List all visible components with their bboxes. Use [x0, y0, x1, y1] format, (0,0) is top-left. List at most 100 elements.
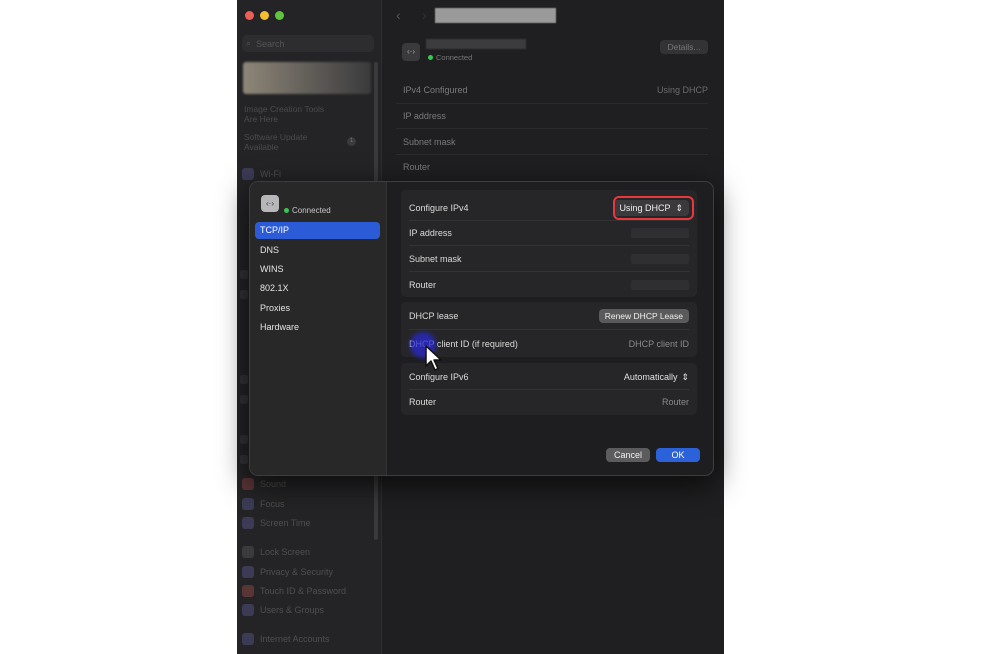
divider	[396, 103, 708, 104]
subnet-mask-label: Subnet mask	[409, 254, 462, 264]
ipv6-router-field[interactable]: Router	[662, 395, 689, 409]
sidebar-item-label: Touch ID & Password	[260, 586, 347, 596]
row-label: Subnet mask	[403, 137, 456, 147]
configure-ipv6-value: Automatically	[623, 372, 678, 382]
focus-icon	[242, 498, 254, 510]
row-label: IP address	[403, 111, 446, 121]
back-icon[interactable]: ‹	[396, 7, 401, 23]
ipv6-router-row: Router Router	[409, 395, 689, 409]
redacted-network-name	[426, 39, 526, 49]
tab-tcpip[interactable]: TCP/IP	[255, 222, 380, 239]
highlight-box	[613, 196, 694, 220]
ip-address-label: IP address	[409, 228, 452, 238]
search-field[interactable]: ⌕ Search	[242, 35, 374, 52]
router-field[interactable]	[631, 280, 689, 290]
sidebar-note[interactable]: Available	[244, 142, 278, 152]
fingerprint-icon	[242, 585, 254, 597]
sidebar-item-users[interactable]: Users & Groups	[242, 603, 324, 617]
close-window-button[interactable]	[245, 11, 254, 20]
subnet-mask-field[interactable]	[631, 254, 689, 264]
ipv6-router-label: Router	[409, 397, 437, 407]
dhcp-group: DHCP lease Renew DHCP Lease DHCP client …	[401, 302, 697, 357]
sidebar-icon[interactable]	[240, 435, 248, 444]
network-icon: ‹·›	[402, 43, 420, 61]
cancel-button[interactable]: Cancel	[606, 448, 650, 462]
router-label: Router	[409, 280, 437, 290]
status-text: Connected	[292, 206, 331, 215]
sidebar-icon[interactable]	[240, 395, 248, 404]
sidebar-icon[interactable]	[240, 290, 248, 299]
sound-icon	[242, 478, 254, 490]
search-icon: ⌕	[246, 38, 252, 48]
sidebar-item-privacy[interactable]: Privacy & Security	[242, 565, 333, 579]
minimize-window-button[interactable]	[260, 11, 269, 20]
configure-ipv6-row: Configure IPv6 Automatically ⇕	[409, 370, 689, 384]
sidebar-item-internet-accounts[interactable]: Internet Accounts	[242, 632, 330, 646]
subnet-mask-row: Subnet mask	[409, 252, 689, 266]
sidebar-item-label: Lock Screen	[260, 547, 311, 557]
ipv4-group: Configure IPv4 Using DHCP ⇕ IP address S…	[401, 190, 697, 297]
sidebar-item-lock-screen[interactable]: Lock Screen	[242, 545, 310, 559]
sidebar-note: Are Here	[244, 114, 279, 124]
configure-ipv4-row: Configure IPv4 Using DHCP ⇕	[409, 196, 694, 220]
zoom-window-button[interactable]	[275, 11, 284, 20]
wifi-icon	[242, 168, 254, 180]
sidebar-item-screen-time[interactable]: Screen Time	[242, 516, 311, 530]
sidebar-item-label: Focus	[260, 499, 285, 509]
tab-dns[interactable]: DNS	[255, 242, 380, 259]
sidebar-item-sound[interactable]: Sound	[242, 477, 286, 491]
network-icon: ‹·›	[261, 195, 279, 212]
tab-8021x[interactable]: 802.1X	[255, 280, 380, 297]
sidebar-note: Image Creation Tools	[244, 104, 325, 114]
sidebar-note[interactable]: Software Update	[244, 132, 307, 142]
dhcp-lease-label: DHCP lease	[409, 311, 459, 321]
dhcp-client-id-row: DHCP client ID (if required) DHCP client…	[409, 337, 689, 351]
divider	[396, 154, 708, 155]
dhcp-client-id-field[interactable]: DHCP client ID	[629, 337, 689, 351]
sidebar-item-label: Wi-Fi	[260, 169, 281, 179]
router-row: Router	[409, 278, 689, 292]
privacy-icon	[242, 566, 254, 578]
divider	[409, 329, 689, 330]
sidebar-icon[interactable]	[240, 270, 248, 279]
internet-accounts-icon	[242, 633, 254, 645]
connection-status: Connected	[284, 206, 331, 215]
lock-icon	[242, 546, 254, 558]
sidebar-item-label: Screen Time	[260, 518, 311, 528]
sidebar-item-label: Privacy & Security	[260, 567, 334, 577]
sidebar-item-touch-id[interactable]: Touch ID & Password	[242, 584, 346, 598]
ip-address-row: IP address	[409, 226, 689, 240]
divider	[409, 389, 689, 390]
divider	[396, 128, 708, 129]
chevron-updown-icon: ⇕	[681, 372, 689, 382]
ip-address-field[interactable]	[631, 228, 689, 238]
status-text: Connected	[436, 53, 473, 62]
update-badge: 1	[347, 137, 356, 146]
tcpip-details-sheet: ‹·› Connected TCP/IP DNS WINS 802.1X Pro…	[249, 181, 714, 476]
configure-ipv6-label: Configure IPv6	[409, 372, 469, 382]
sidebar-icon[interactable]	[240, 455, 248, 464]
ok-button[interactable]: OK	[656, 448, 700, 462]
sheet-sidebar: ‹·› Connected TCP/IP DNS WINS 802.1X Pro…	[250, 182, 387, 475]
status-dot-icon	[428, 55, 433, 60]
details-button[interactable]: Details...	[660, 40, 708, 54]
window-controls	[245, 11, 284, 20]
sidebar-item-wifi[interactable]: Wi-Fi	[242, 167, 281, 181]
divider	[409, 220, 689, 221]
configure-ipv6-popup[interactable]: Automatically ⇕	[624, 370, 689, 384]
forward-icon[interactable]: ›	[422, 7, 427, 23]
users-icon	[242, 604, 254, 616]
sidebar-icon[interactable]	[240, 375, 248, 384]
sidebar-item-focus[interactable]: Focus	[242, 497, 285, 511]
dhcp-lease-row: DHCP lease Renew DHCP Lease	[409, 309, 689, 323]
screen-time-icon	[242, 517, 254, 529]
divider	[409, 271, 689, 272]
tab-hardware[interactable]: Hardware	[255, 319, 380, 336]
row-label: IPv4 Configured	[403, 85, 468, 95]
status-dot-icon	[284, 208, 289, 213]
tab-wins[interactable]: WINS	[255, 261, 380, 278]
renew-dhcp-lease-button[interactable]: Renew DHCP Lease	[598, 309, 689, 323]
apple-account-banner[interactable]	[243, 62, 371, 94]
tab-proxies[interactable]: Proxies	[255, 300, 380, 317]
connection-status: Connected	[428, 53, 472, 62]
